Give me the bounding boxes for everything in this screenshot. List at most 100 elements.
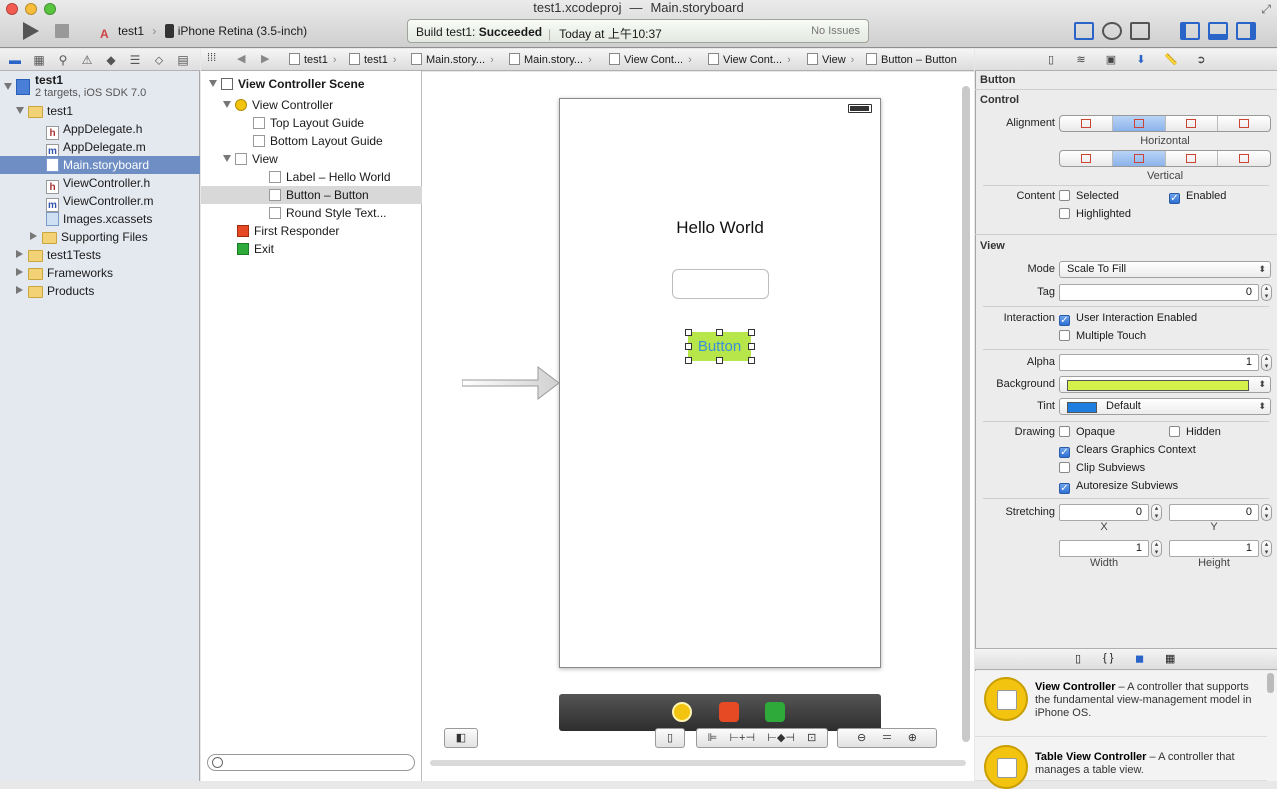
resize-handle[interactable]: [716, 329, 723, 336]
identity-inspector-tab-icon[interactable]: ▣: [1104, 53, 1118, 67]
stop-button[interactable]: [52, 18, 74, 44]
object-library-tab-icon[interactable]: ◼: [1135, 652, 1144, 665]
checkbox-box[interactable]: [1169, 426, 1180, 437]
tag-field[interactable]: 0: [1059, 284, 1259, 301]
horizontal-alignment-segmented[interactable]: [1059, 115, 1271, 132]
assistant-editor-icon[interactable]: [1102, 22, 1122, 40]
outline-item[interactable]: Top Layout Guide: [201, 114, 422, 132]
tag-stepper[interactable]: ▴ ▾: [1261, 284, 1272, 301]
connections-inspector-tab-icon[interactable]: ➲: [1194, 53, 1208, 67]
outline-item[interactable]: Button – Button: [201, 186, 422, 204]
resize-handle[interactable]: [748, 329, 755, 336]
find-navigator-tab-icon[interactable]: ⚲: [56, 53, 70, 67]
user-interaction-checkbox[interactable]: ✓ User Interaction Enabled: [1059, 312, 1197, 326]
checkbox-box[interactable]: ✓: [1169, 193, 1180, 204]
breadcrumb-item[interactable]: View: [807, 52, 854, 68]
vertical-alignment-segment[interactable]: [1218, 151, 1270, 166]
standard-editor-icon[interactable]: [1074, 22, 1094, 40]
checkbox-box[interactable]: ✓: [1059, 447, 1070, 458]
disclosure-open-icon[interactable]: [223, 155, 231, 162]
opaque-checkbox[interactable]: Opaque: [1059, 426, 1115, 438]
debug-navigator-tab-icon[interactable]: ☰: [128, 53, 142, 67]
outline-item[interactable]: First Responder: [201, 222, 422, 240]
form-factor-button[interactable]: ▯: [655, 728, 685, 748]
iphone-view-frame[interactable]: [559, 98, 881, 668]
disclosure-closed-icon[interactable]: [16, 250, 23, 258]
checkbox-box[interactable]: [1059, 190, 1070, 201]
media-library-tab-icon[interactable]: ▦: [1165, 652, 1175, 665]
file-tree-item[interactable]: h AppDelegate.h: [0, 120, 200, 140]
breadcrumb-item[interactable]: Button – Button: [866, 52, 962, 68]
vertical-alignment-segment[interactable]: [1166, 151, 1219, 166]
disclosure-open-icon[interactable]: [223, 101, 231, 108]
file-tree-item[interactable]: test1: [0, 102, 200, 120]
toggle-navigator-icon[interactable]: [1180, 22, 1200, 40]
horizontal-alignment-segment[interactable]: [1166, 116, 1219, 131]
breakpoint-navigator-tab-icon[interactable]: ⬦: [152, 53, 166, 67]
resize-handle[interactable]: [685, 343, 692, 350]
version-editor-icon[interactable]: [1130, 22, 1150, 40]
fullscreen-icon[interactable]: ⤢: [1261, 2, 1271, 17]
issue-navigator-tab-icon[interactable]: ⚠: [80, 53, 94, 67]
toggle-debug-area-icon[interactable]: [1208, 22, 1228, 40]
file-tree-item[interactable]: Main.storyboard: [0, 156, 200, 174]
disclosure-closed-icon[interactable]: [16, 268, 23, 276]
exit-icon[interactable]: [765, 702, 785, 722]
quick-help-tab-icon[interactable]: ≋: [1074, 53, 1088, 67]
disclosure-closed-icon[interactable]: [16, 286, 23, 294]
run-button[interactable]: [14, 18, 48, 44]
horizontal-alignment-segment[interactable]: [1218, 116, 1270, 131]
disclosure-open-icon[interactable]: [16, 107, 24, 114]
library-item-table-view-controller[interactable]: Table View Controller – A controller tha…: [975, 739, 1267, 789]
clip-subviews-checkbox[interactable]: Clip Subviews: [1059, 462, 1145, 474]
checkbox-box[interactable]: [1059, 462, 1070, 473]
breadcrumb-item[interactable]: Main.story...: [411, 52, 494, 68]
canvas-horizontal-scrollbar[interactable]: [430, 760, 966, 766]
autolayout-controls[interactable]: ⊫ ⊢+⊣ ⊢◆⊣ ⊡: [696, 728, 828, 748]
autoresize-subviews-checkbox[interactable]: ✓ Autoresize Subviews: [1059, 480, 1178, 494]
view-controller-icon[interactable]: [672, 702, 692, 722]
hello-world-label[interactable]: Hello World: [560, 218, 880, 238]
alpha-field[interactable]: 1: [1059, 354, 1259, 371]
selected-checkbox[interactable]: Selected: [1059, 190, 1119, 202]
breadcrumb-item[interactable]: View Cont...: [708, 52, 791, 68]
library-item-view-controller[interactable]: View Controller – A controller that supp…: [975, 671, 1267, 737]
outline-item[interactable]: Round Style Text...: [201, 204, 422, 222]
checkbox-box[interactable]: [1059, 330, 1070, 341]
file-tree-item[interactable]: h ViewController.h: [0, 174, 200, 194]
clears-graphics-checkbox[interactable]: ✓ Clears Graphics Context: [1059, 444, 1196, 458]
library-scrollbar[interactable]: [1267, 673, 1274, 693]
test-navigator-tab-icon[interactable]: ◆: [104, 53, 118, 67]
forward-arrow-icon[interactable]: ▶: [261, 52, 269, 65]
resize-handle[interactable]: [716, 357, 723, 364]
vertical-alignment-segment[interactable]: [1112, 151, 1166, 166]
horizontal-alignment-segment[interactable]: [1060, 116, 1113, 131]
breadcrumb-item[interactable]: View Cont...: [609, 52, 692, 68]
stretch-x-field[interactable]: 0: [1059, 504, 1149, 521]
alpha-stepper[interactable]: ▴ ▾: [1261, 354, 1272, 371]
file-tree-item[interactable]: Products: [0, 282, 200, 300]
file-tree-item[interactable]: test1Tests: [0, 246, 200, 264]
horizontal-alignment-segment[interactable]: [1112, 116, 1166, 131]
disclosure-closed-icon[interactable]: [30, 232, 37, 240]
background-color-popup[interactable]: [1059, 376, 1271, 393]
stretch-x-stepper[interactable]: ▴ ▾: [1151, 504, 1162, 521]
file-tree-item[interactable]: m AppDelegate.m: [0, 138, 200, 158]
resize-handle[interactable]: [685, 357, 692, 364]
file-tree-item[interactable]: Images.xcassets: [0, 210, 200, 228]
canvas-vertical-scrollbar[interactable]: [962, 86, 970, 742]
log-navigator-tab-icon[interactable]: ▤: [176, 53, 190, 67]
highlighted-checkbox[interactable]: Highlighted: [1059, 208, 1131, 220]
stretch-y-field[interactable]: 0: [1169, 504, 1259, 521]
outline-item[interactable]: Exit: [201, 240, 422, 258]
enabled-checkbox[interactable]: ✓ Enabled: [1169, 190, 1226, 204]
stretch-y-stepper[interactable]: ▴ ▾: [1261, 504, 1272, 521]
stretch-height-field[interactable]: 1: [1169, 540, 1259, 557]
breadcrumb-item[interactable]: Main.story...: [509, 52, 592, 68]
back-arrow-icon[interactable]: ◀: [237, 52, 245, 65]
checkbox-box[interactable]: [1059, 208, 1070, 219]
code-snippet-library-tab-icon[interactable]: { }: [1103, 652, 1113, 664]
symbol-navigator-tab-icon[interactable]: ▦: [32, 53, 46, 67]
checkbox-box[interactable]: [1059, 426, 1070, 437]
related-items-icon[interactable]: ⁞⁞⁞: [207, 52, 216, 64]
